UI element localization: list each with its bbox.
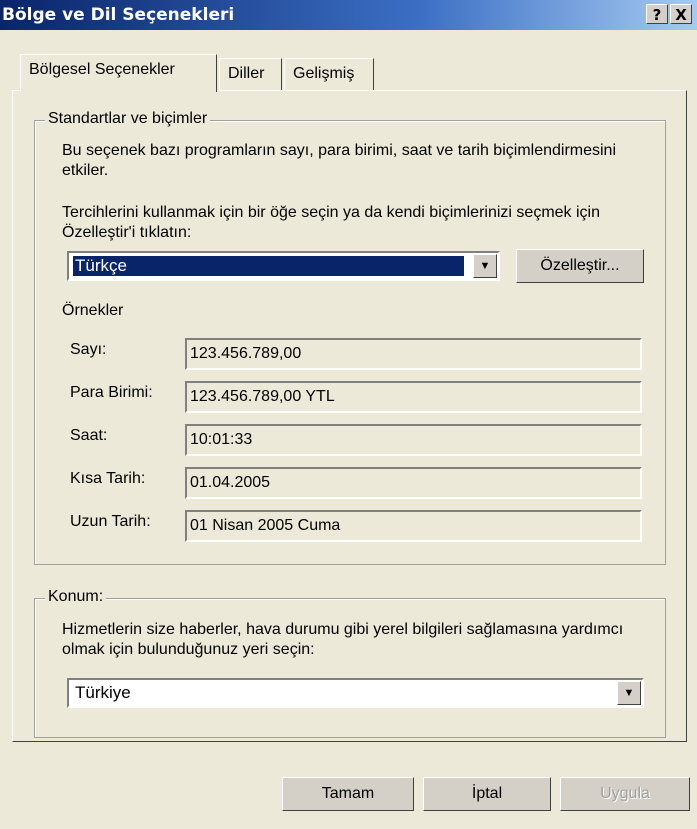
example-value-short-date: 01.04.2005 — [185, 467, 642, 499]
chevron-down-icon[interactable]: ▼ — [473, 254, 497, 278]
standards-description: Bu seçenek bazı programların sayı, para … — [62, 142, 617, 179]
example-value-number: 123.456.789,00 — [185, 338, 642, 370]
standards-legend: Standartlar ve biçimler — [45, 110, 211, 128]
locale-value: Türkçe — [73, 256, 464, 276]
close-button[interactable]: X — [670, 4, 692, 24]
apply-button[interactable]: Uygula — [560, 777, 690, 811]
location-value: Türkiye — [75, 683, 131, 702]
standards-instruction: Tercihlerini kullanmak için bir öğe seçi… — [62, 204, 600, 241]
cancel-button[interactable]: İptal — [423, 777, 551, 811]
help-button[interactable]: ? — [646, 4, 668, 24]
customize-button[interactable]: Özelleştir... — [516, 249, 644, 283]
location-select[interactable]: Türkiye ▼ — [67, 678, 644, 708]
tab-languages[interactable]: Diller — [219, 58, 282, 90]
example-value-currency: 123.456.789,00 YTL — [185, 381, 642, 413]
example-label-number: Sayı: — [70, 341, 107, 358]
tab-regional-options[interactable]: Bölgesel Seçenekler — [20, 54, 217, 92]
example-label-long-date: Uzun Tarih: — [70, 513, 151, 530]
location-group: Konum: — [34, 588, 666, 738]
example-label-time: Saat: — [70, 427, 108, 444]
location-legend: Konum: — [45, 588, 107, 606]
tab-advanced[interactable]: Gelişmiş — [284, 58, 374, 90]
example-value-time: 10:01:33 — [185, 424, 642, 456]
location-description: Hizmetlerin size haberler, hava durumu g… — [62, 621, 624, 658]
window-title: Bölge ve Dil Seçenekleri — [2, 5, 235, 25]
examples-title: Örnekler — [62, 302, 124, 319]
title-bar: Bölge ve Dil Seçenekleri ? X — [0, 0, 697, 30]
chevron-down-icon[interactable]: ▼ — [617, 681, 641, 705]
example-label-short-date: Kısa Tarih: — [70, 470, 146, 487]
locale-select[interactable]: Türkçe ▼ — [67, 251, 500, 281]
ok-button[interactable]: Tamam — [282, 777, 414, 811]
example-value-long-date: 01 Nisan 2005 Cuma — [185, 510, 642, 542]
example-label-currency: Para Birimi: — [70, 384, 153, 401]
